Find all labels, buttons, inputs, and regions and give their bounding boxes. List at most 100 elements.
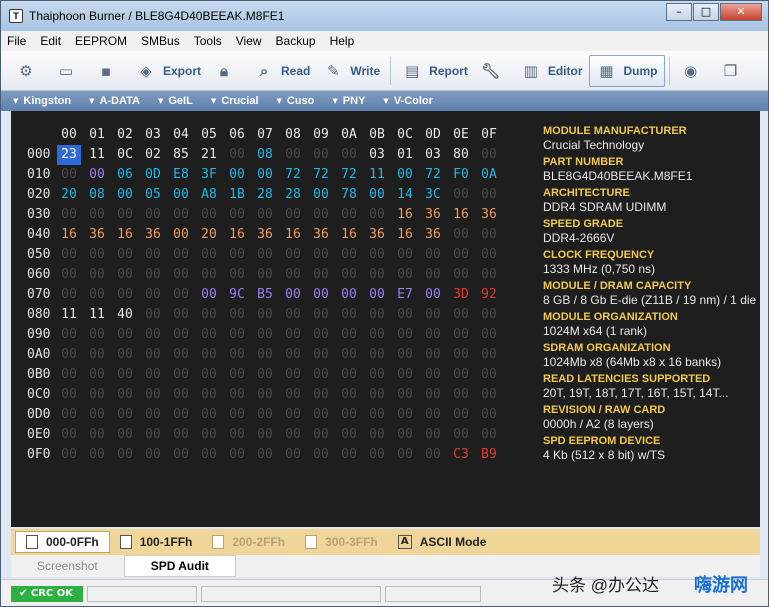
- menu-eeprom[interactable]: EEPROM: [75, 34, 127, 48]
- hex-byte-cell[interactable]: 00: [449, 185, 473, 205]
- hex-byte-cell[interactable]: 00: [197, 425, 221, 445]
- hex-byte-cell[interactable]: 00: [393, 385, 417, 405]
- save-button[interactable]: ▪: [89, 55, 129, 87]
- hex-byte-cell[interactable]: 00: [197, 265, 221, 285]
- hex-byte-cell[interactable]: 00: [309, 285, 333, 305]
- maximize-button[interactable]: □: [693, 3, 719, 21]
- hex-byte-cell[interactable]: 00: [197, 365, 221, 385]
- hex-byte-cell[interactable]: 00: [169, 245, 193, 265]
- hex-byte-cell[interactable]: 16: [225, 225, 249, 245]
- hex-byte-cell[interactable]: 00: [225, 205, 249, 225]
- hex-byte-cell[interactable]: 36: [141, 225, 165, 245]
- hex-byte-cell[interactable]: 00: [113, 325, 137, 345]
- hex-byte-cell[interactable]: 16: [113, 225, 137, 245]
- vendor-cuso[interactable]: Cuso: [277, 95, 315, 107]
- hex-byte-cell[interactable]: 00: [281, 325, 305, 345]
- hex-byte-cell[interactable]: 00: [281, 145, 305, 165]
- hex-byte-cell[interactable]: 00: [57, 345, 81, 365]
- hex-byte-cell[interactable]: 00: [253, 165, 277, 185]
- open-button[interactable]: ▭: [49, 55, 89, 87]
- menu-smbus[interactable]: SMBus: [141, 34, 180, 48]
- hex-byte-cell[interactable]: 00: [421, 345, 445, 365]
- hex-byte-cell[interactable]: 00: [337, 305, 361, 325]
- close-button[interactable]: ✕: [720, 3, 762, 21]
- hex-byte-cell[interactable]: 00: [85, 285, 109, 305]
- hex-byte-cell[interactable]: 20: [57, 185, 81, 205]
- tab-100-1ffh[interactable]: 100-1FFh: [110, 531, 203, 553]
- hex-byte-cell[interactable]: 00: [85, 425, 109, 445]
- hex-byte-cell[interactable]: 00: [85, 245, 109, 265]
- hex-byte-cell[interactable]: 00: [421, 365, 445, 385]
- hex-byte-cell[interactable]: E7: [393, 285, 417, 305]
- hex-byte-cell[interactable]: 00: [169, 185, 193, 205]
- hex-byte-cell[interactable]: 00: [225, 265, 249, 285]
- hex-byte-cell[interactable]: 00: [253, 245, 277, 265]
- hex-byte-cell[interactable]: 00: [421, 245, 445, 265]
- hex-byte-cell[interactable]: 00: [477, 365, 501, 385]
- hex-byte-cell[interactable]: 00: [197, 385, 221, 405]
- vendor-kingston[interactable]: Kingston: [13, 95, 71, 107]
- hex-byte-cell[interactable]: 00: [253, 385, 277, 405]
- hex-byte-cell[interactable]: 00: [225, 165, 249, 185]
- hex-byte-cell[interactable]: 00: [449, 425, 473, 445]
- hex-byte-cell[interactable]: 00: [225, 305, 249, 325]
- tab-screenshot[interactable]: Screenshot: [11, 559, 124, 573]
- title-bar[interactable]: T Thaiphoon Burner / BLE8G4D40BEEAK.M8FE…: [1, 1, 768, 31]
- hex-byte-cell[interactable]: 00: [85, 405, 109, 425]
- hex-byte-cell[interactable]: 00: [57, 385, 81, 405]
- hex-byte-cell[interactable]: 03: [365, 145, 389, 165]
- hex-byte-cell[interactable]: 00: [421, 325, 445, 345]
- hex-byte-cell[interactable]: 00: [281, 405, 305, 425]
- menu-backup[interactable]: Backup: [276, 34, 316, 48]
- hex-byte-cell[interactable]: 00: [57, 425, 81, 445]
- hex-byte-cell[interactable]: 00: [85, 365, 109, 385]
- hex-byte-cell[interactable]: 00: [393, 345, 417, 365]
- dump-button[interactable]: ▦ Dump: [588, 54, 665, 87]
- hex-byte-cell[interactable]: 00: [225, 325, 249, 345]
- hex-byte-cell[interactable]: 00: [141, 445, 165, 465]
- hex-byte-cell[interactable]: 00: [365, 325, 389, 345]
- hex-byte-cell[interactable]: 00: [141, 365, 165, 385]
- menu-file[interactable]: File: [7, 34, 26, 48]
- hex-byte-cell[interactable]: 00: [197, 285, 221, 305]
- hex-byte-cell[interactable]: E8: [169, 165, 193, 185]
- hex-byte-cell[interactable]: 00: [309, 325, 333, 345]
- hex-byte-cell[interactable]: 00: [309, 365, 333, 385]
- hex-byte-cell[interactable]: 1B: [225, 185, 249, 205]
- vendor-adata[interactable]: A-DATA: [89, 95, 140, 107]
- hex-byte-cell[interactable]: 00: [57, 265, 81, 285]
- hex-byte-cell[interactable]: 00: [449, 365, 473, 385]
- hex-byte-cell[interactable]: 00: [57, 445, 81, 465]
- hex-byte-cell[interactable]: 00: [477, 225, 501, 245]
- hex-byte-cell[interactable]: 03: [421, 145, 445, 165]
- hex-byte-cell[interactable]: 05: [141, 185, 165, 205]
- tab-000-0ffh[interactable]: 000-0FFh: [15, 531, 110, 553]
- hex-byte-cell[interactable]: 00: [365, 185, 389, 205]
- hex-byte-cell[interactable]: 00: [141, 325, 165, 345]
- hex-byte-cell[interactable]: 00: [169, 425, 193, 445]
- hex-byte-cell[interactable]: 00: [197, 325, 221, 345]
- hex-byte-cell[interactable]: 00: [337, 145, 361, 165]
- hex-byte-cell[interactable]: 92: [477, 285, 501, 305]
- hex-byte-cell[interactable]: 00: [477, 185, 501, 205]
- hex-byte-cell[interactable]: 00: [477, 145, 501, 165]
- hex-byte-cell[interactable]: 00: [113, 205, 137, 225]
- hex-byte-cell[interactable]: 16: [393, 205, 417, 225]
- hex-byte-cell[interactable]: 00: [141, 425, 165, 445]
- hex-byte-cell[interactable]: 00: [113, 185, 137, 205]
- settings-button[interactable]: ⚙: [9, 55, 49, 87]
- hex-byte-cell[interactable]: 00: [477, 325, 501, 345]
- hex-byte-cell[interactable]: 00: [281, 285, 305, 305]
- hex-byte-cell[interactable]: 36: [477, 205, 501, 225]
- hex-byte-cell[interactable]: 00: [225, 385, 249, 405]
- hex-dump-view[interactable]: 00 01 02 03 04 05 06 07 08 09 0A 0B 0C 0D 0E 0F 000 23 11 0…: [11, 111, 529, 527]
- hex-byte-cell[interactable]: 16: [337, 225, 361, 245]
- hex-byte-cell[interactable]: 00: [449, 265, 473, 285]
- hex-byte-cell[interactable]: 00: [253, 405, 277, 425]
- hex-byte-cell[interactable]: 11: [85, 145, 109, 165]
- hex-byte-cell[interactable]: 00: [337, 265, 361, 285]
- hex-byte-cell[interactable]: 00: [477, 345, 501, 365]
- hex-byte-cell[interactable]: 00: [337, 245, 361, 265]
- hex-byte-cell[interactable]: 00: [141, 385, 165, 405]
- menu-tools[interactable]: Tools: [194, 34, 222, 48]
